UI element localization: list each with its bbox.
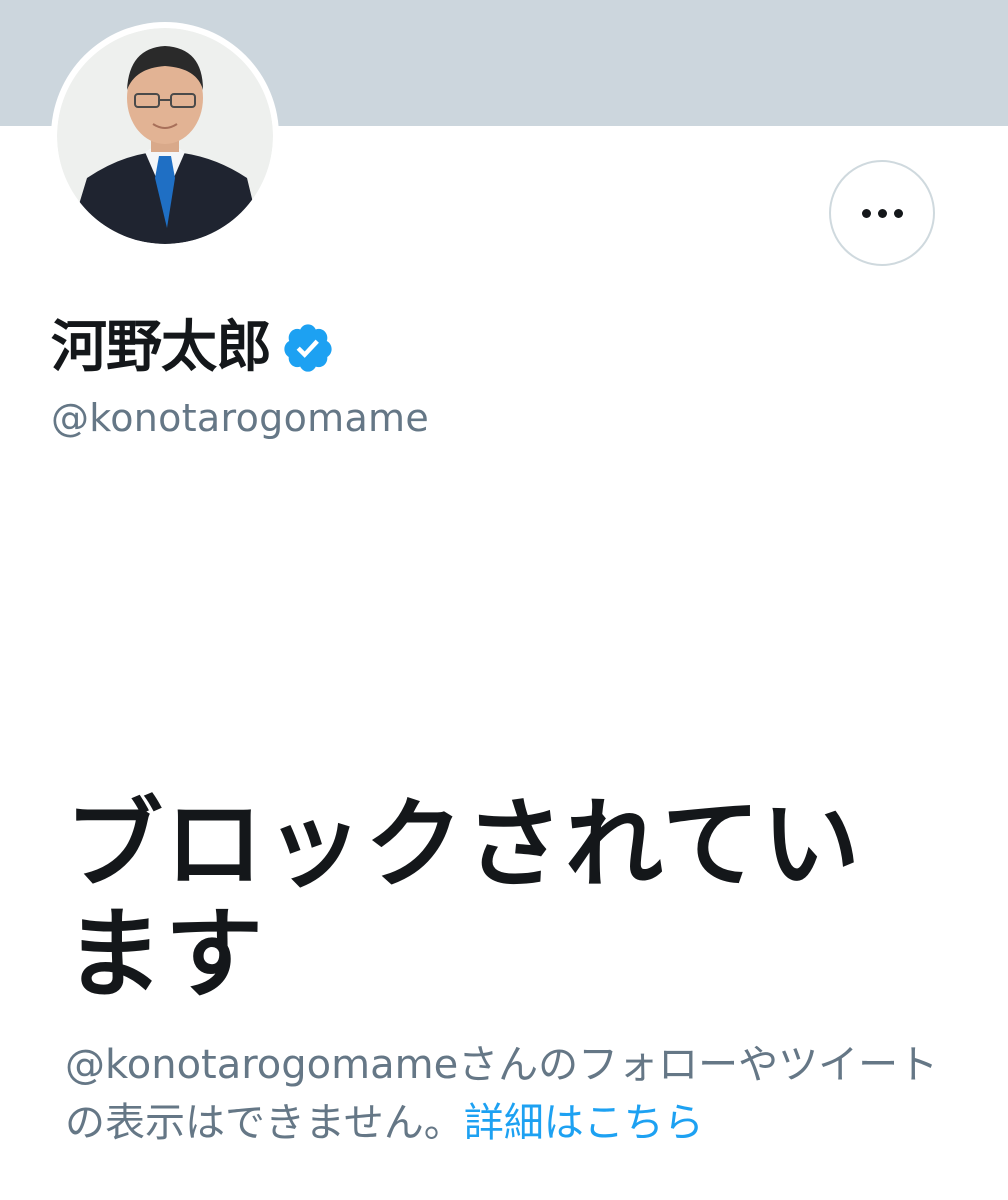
blocked-title: ブロックされています — [65, 788, 863, 1012]
blocked-description: @konotarogomameさんのフォローやツイートの表示はできません。詳細は… — [65, 1036, 955, 1152]
profile-display-name: 河野太郎 — [51, 315, 272, 380]
profile-handle: @konotarogomame — [51, 396, 430, 440]
more-horizontal-icon — [861, 208, 903, 218]
learn-more-link[interactable]: 詳細はこちら — [464, 1100, 704, 1146]
more-options-button[interactable] — [829, 160, 935, 266]
profile-name-row: 河野太郎 — [51, 312, 335, 384]
avatar[interactable] — [51, 22, 279, 250]
verified-badge-icon — [284, 324, 332, 372]
avatar-photo — [57, 28, 273, 244]
